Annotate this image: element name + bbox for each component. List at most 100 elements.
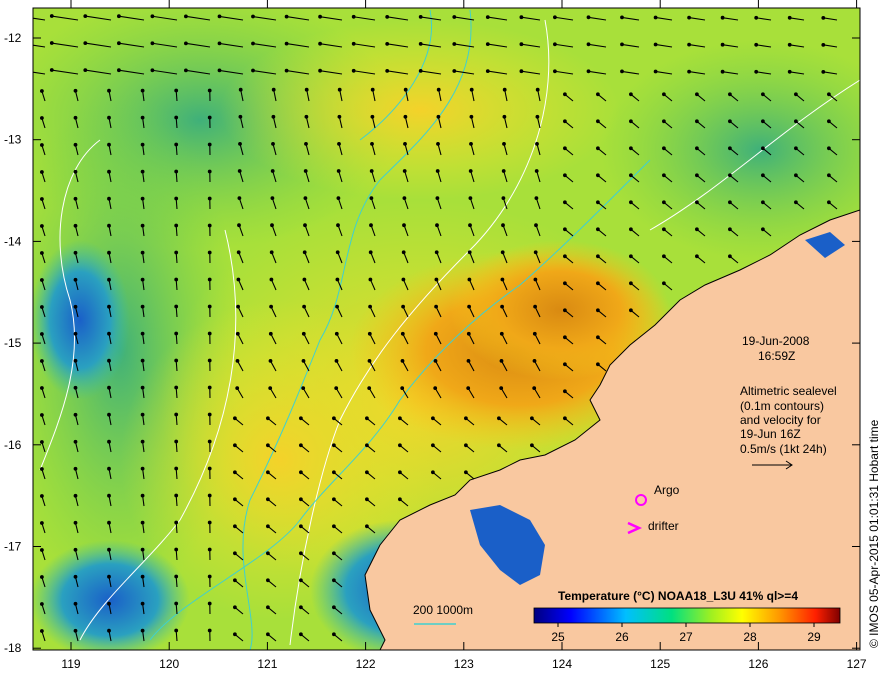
velocity-arrow-head <box>466 331 471 336</box>
velocity-arrow-head <box>299 632 303 637</box>
velocity-arrow-head <box>596 335 600 340</box>
lon-tick-label: 121 <box>257 657 277 671</box>
velocity-arrow-head <box>369 196 374 201</box>
velocity-arrow-head <box>73 547 78 552</box>
velocity-arrow-head <box>367 359 372 363</box>
velocity-arrow <box>175 253 178 264</box>
velocity-arrow-head <box>299 605 303 610</box>
velocity-arrow-head <box>269 277 274 282</box>
velocity-arrow-head <box>695 173 699 178</box>
lon-tick-label: 124 <box>552 657 572 671</box>
velocity-arrow-head <box>728 119 732 124</box>
velocity-arrow-head <box>270 169 275 173</box>
velocity-arrow-head <box>335 250 340 255</box>
svg-text:Altimetric sealevel: Altimetric sealevel <box>740 384 837 398</box>
velocity-arrow-head <box>351 14 356 19</box>
velocity-arrow-head <box>433 331 438 336</box>
velocity-arrow-head <box>207 277 212 282</box>
velocity-arrow-head <box>431 416 435 421</box>
velocity-arrow-head <box>107 169 111 174</box>
velocity-arrow-head <box>563 416 567 421</box>
velocity-arrow-head <box>140 142 145 147</box>
velocity-arrow-head <box>73 250 78 255</box>
velocity-arrow-head <box>586 69 591 74</box>
velocity-arrow-head <box>662 227 666 232</box>
velocity-arrow-head <box>303 223 307 228</box>
velocity-arrow-head <box>271 87 276 92</box>
velocity-arrow-head <box>596 281 600 286</box>
velocity-arrow-head <box>284 68 289 73</box>
velocity-arrow-head <box>174 439 179 444</box>
velocity-arrow-head <box>174 304 179 309</box>
velocity-arrow-head <box>464 470 468 475</box>
velocity-arrow-head <box>207 331 212 336</box>
velocity-arrow-head <box>40 467 44 471</box>
velocity-arrow-head <box>435 196 440 201</box>
velocity-arrow-head <box>687 69 691 74</box>
velocity-arrow-head <box>501 223 505 228</box>
velocity-arrow-head <box>687 15 691 20</box>
velocity-arrow-head <box>629 200 633 205</box>
velocity-arrow-head <box>563 308 567 313</box>
velocity-arrow-head <box>761 119 765 124</box>
velocity-arrow-head <box>251 68 255 73</box>
velocity-arrow-head <box>301 359 306 363</box>
velocity-arrow-head <box>73 277 78 282</box>
velocity-arrow-head <box>500 277 505 282</box>
velocity-arrow-head <box>233 578 237 583</box>
velocity-arrow-head <box>367 386 372 391</box>
velocity-arrow-head <box>398 443 402 448</box>
velocity-arrow-head <box>207 304 212 309</box>
velocity-arrow-head <box>662 119 666 124</box>
svg-text:0.5m/s (1kt 24h): 0.5m/s (1kt 24h) <box>740 442 827 456</box>
velocity-arrow-head <box>534 196 539 201</box>
velocity-arrow-head <box>140 304 145 309</box>
lon-tick-label: 119 <box>61 657 80 671</box>
velocity-arrow-head <box>629 308 633 313</box>
velocity-arrow-head <box>140 412 145 417</box>
velocity-arrow-head <box>233 443 237 448</box>
velocity-arrow-head <box>237 169 242 173</box>
velocity-arrow-head <box>107 223 111 228</box>
velocity-arrow-head <box>236 250 241 255</box>
velocity-arrow-head <box>827 119 831 124</box>
velocity-arrow-head <box>266 578 270 583</box>
velocity-arrow-head <box>184 68 188 73</box>
velocity-arrow-head <box>367 331 372 336</box>
velocity-arrow-head <box>268 359 273 363</box>
velocity-arrow-head <box>140 385 145 390</box>
velocity-arrow-head <box>107 574 111 579</box>
velocity-arrow-head <box>728 173 732 178</box>
velocity-arrow-head <box>217 14 222 19</box>
velocity-arrow-head <box>563 92 567 97</box>
velocity-arrow <box>175 577 178 588</box>
velocity-arrow-head <box>107 358 111 363</box>
velocity-arrow-head <box>73 331 78 336</box>
velocity-arrow-head <box>40 305 44 309</box>
velocity-arrow-head <box>107 601 111 606</box>
velocity-arrow-head <box>107 466 111 471</box>
velocity-arrow-head <box>40 575 44 579</box>
velocity-arrow-head <box>271 114 276 119</box>
velocity-arrow-head <box>318 14 323 19</box>
velocity-arrow-head <box>233 524 237 529</box>
velocity-arrow-head <box>40 116 44 120</box>
velocity-arrow-head <box>365 470 369 475</box>
velocity-arrow-head <box>73 196 78 201</box>
velocity-arrow-head <box>351 41 356 46</box>
velocity-arrow-head <box>268 386 273 391</box>
colorbar-tick-label: 25 <box>551 630 565 644</box>
velocity-arrow-head <box>40 224 44 228</box>
velocity-arrow-head <box>500 250 505 255</box>
sst-map: -12 -13 -14 -15 -16 -17 -18 119 120 121 122 123 124… <box>4 0 880 671</box>
velocity-arrow-head <box>107 277 111 282</box>
velocity-arrow-head <box>434 277 439 282</box>
velocity-arrow-head <box>140 466 145 471</box>
velocity-arrow-head <box>563 119 567 124</box>
velocity-arrow-head <box>140 439 145 444</box>
velocity-arrow-head <box>140 358 145 363</box>
velocity-arrow-head <box>83 41 88 45</box>
velocity-arrow-head <box>332 551 336 556</box>
velocity-arrow-head <box>251 41 255 46</box>
velocity-arrow <box>175 307 178 318</box>
